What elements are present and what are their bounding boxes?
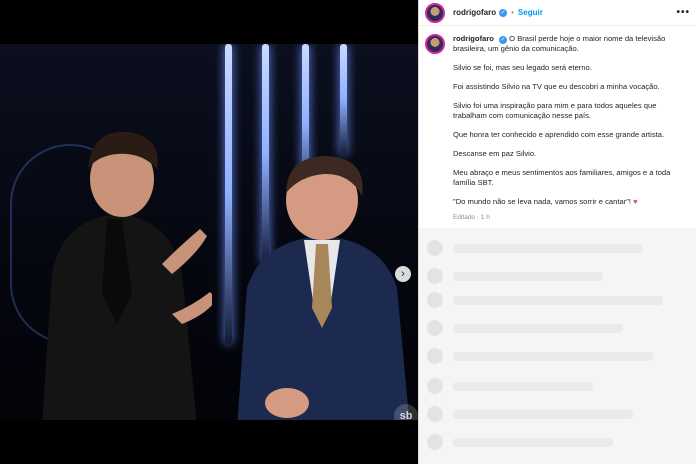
stage-light [340,44,347,154]
more-icon[interactable]: ••• [676,7,690,18]
post-header: rodrigofaro ✓ • Seguir ••• [419,0,696,26]
stage-light [225,44,232,344]
person-right-figure [237,156,410,420]
caption-quote: "Do mundo não se leva nada, vamos sorrir… [453,197,690,207]
comments-blurred [419,228,696,464]
meta-separator: · [476,214,480,221]
caption-paragraph: Foi assistindo Silvio na TV que eu desco… [453,82,660,91]
caption-quote-text: "Do mundo não se leva nada, vamos sorrir… [453,197,632,206]
post-meta: Editado · 1 h [453,213,690,223]
caption-paragraph: Silvio se foi, mas seu legado será etern… [453,63,592,72]
verified-icon: ✓ [499,8,508,17]
caption: rodrigofaro ✓ O Brasil perde hoje o maio… [419,26,696,223]
chevron-right-icon[interactable]: › [395,266,411,282]
caption-paragraph: Descanse em paz Silvio. [453,149,537,158]
person-left-figure [42,131,212,420]
follow-button[interactable]: Seguir [518,8,543,17]
heart-icon: ♥ [633,197,638,206]
caption-username[interactable]: rodrigofaro [453,34,494,43]
post-age: 1 h [480,214,490,221]
post-image[interactable]: sb › [0,44,418,420]
caption-paragraph: Meu abraço e meus sentimentos aos famili… [453,168,671,187]
post-media: sb › [0,0,418,464]
verified-icon: ✓ [499,36,508,44]
caption-body: rodrigofaro ✓ O Brasil perde hoje o maio… [453,34,690,223]
edited-label: Editado [453,214,476,221]
blur-overlay [419,228,696,464]
avatar[interactable] [425,2,445,23]
username[interactable]: rodrigofaro [453,8,496,17]
caption-paragraph: Silvio foi uma inspiração para mim e par… [453,101,657,120]
separator: • [511,8,514,17]
post-side-panel: rodrigofaro ✓ • Seguir ••• rodrigofaro ✓… [418,0,696,464]
avatar[interactable] [425,34,445,54]
caption-paragraph: Que honra ter conhecido e aprendido com … [453,130,665,139]
